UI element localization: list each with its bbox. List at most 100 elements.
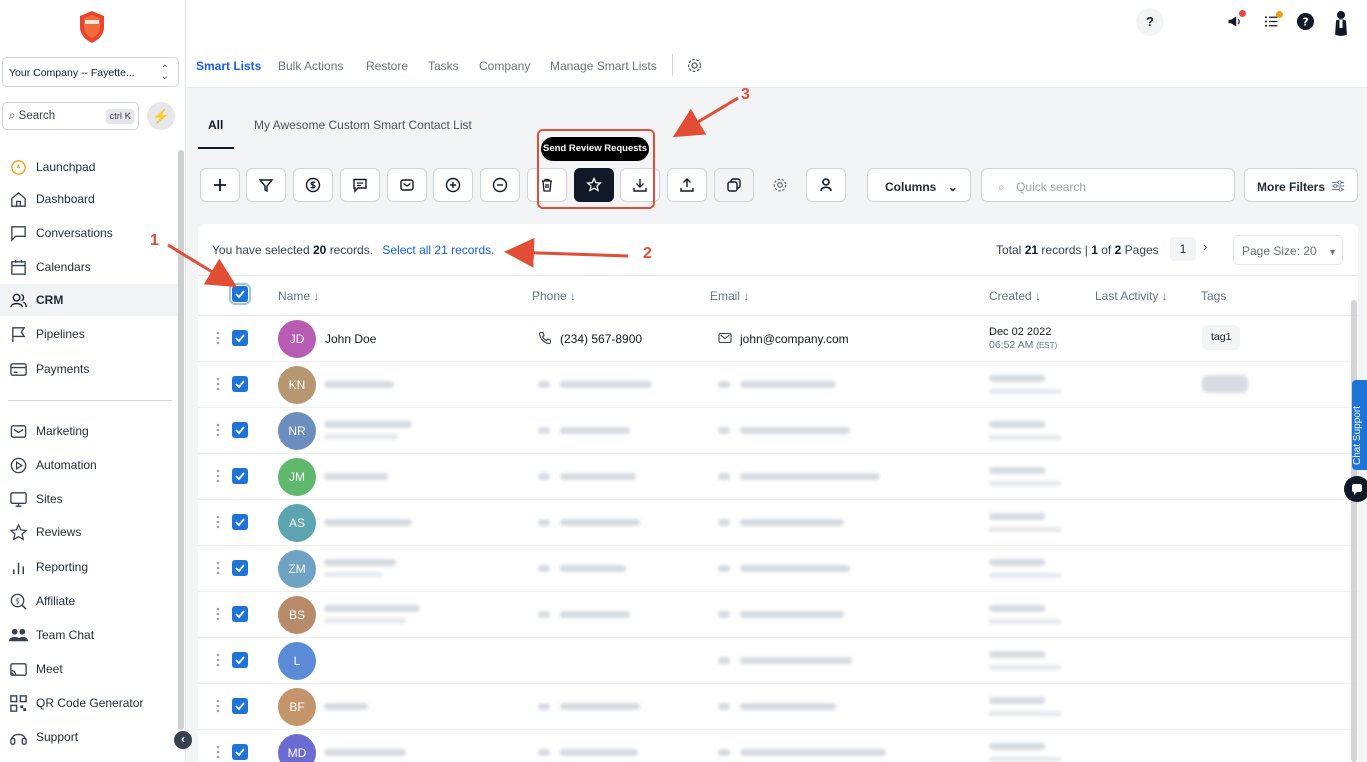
sidebar-item-sites[interactable]: Sites: [0, 483, 178, 515]
announcements-button[interactable]: [1220, 8, 1248, 36]
quick-search-input[interactable]: ⌕ Quick search: [981, 168, 1235, 202]
sidebar-search[interactable]: ⌕ Search ctrl K: [2, 102, 139, 130]
avatar[interactable]: KN: [278, 366, 316, 404]
sidebar-item-reviews[interactable]: Reviews: [0, 516, 178, 548]
table-row[interactable]: BS: [198, 592, 1358, 638]
columns-button[interactable]: Columns ⌄: [867, 168, 971, 202]
subtab-all[interactable]: All: [208, 118, 223, 132]
sidebar-item-qr-code-generator[interactable]: QR Code Generator: [0, 687, 178, 719]
row-checkbox[interactable]: [232, 422, 248, 438]
sidebar-item-team-chat[interactable]: Team Chat: [0, 619, 178, 651]
drag-handle-icon[interactable]: [216, 515, 220, 529]
row-checkbox[interactable]: [232, 376, 248, 392]
company-logo[interactable]: [78, 10, 106, 44]
avatar[interactable]: AS: [278, 504, 316, 542]
sidebar-item-pipelines[interactable]: Pipelines: [0, 318, 178, 350]
table-row[interactable]: ZM: [198, 546, 1358, 592]
tab-company[interactable]: Company: [479, 59, 530, 73]
sidebar-item-meet[interactable]: Meet: [0, 653, 178, 685]
row-checkbox[interactable]: [232, 698, 248, 714]
sidebar-item-support[interactable]: Support: [0, 721, 178, 753]
user-avatar[interactable]: [1327, 8, 1355, 36]
contact-name[interactable]: John Doe: [325, 332, 376, 346]
avatar[interactable]: ZM: [278, 550, 316, 588]
table-row[interactable]: KN: [198, 362, 1358, 408]
remove-tag-button[interactable]: [480, 168, 520, 202]
merge-contacts-button[interactable]: [714, 168, 754, 202]
sidebar-item-crm[interactable]: CRM: [0, 284, 178, 316]
send-email-button[interactable]: [387, 168, 427, 202]
drag-handle-icon[interactable]: [216, 469, 220, 483]
sidebar-item-calendars[interactable]: Calendars: [0, 251, 178, 283]
sidebar-item-launchpad[interactable]: Launchpad: [0, 151, 178, 183]
add-contact-button[interactable]: [200, 168, 240, 202]
help-button[interactable]: ?: [1136, 8, 1164, 36]
add-to-workflow-button[interactable]: [246, 168, 286, 202]
gear-icon[interactable]: [686, 57, 703, 74]
column-header-name[interactable]: Name ↓: [278, 289, 319, 303]
table-row[interactable]: JM: [198, 454, 1358, 500]
drag-handle-icon[interactable]: [216, 423, 220, 437]
help-center-button[interactable]: ?: [1291, 8, 1319, 36]
company-switcher[interactable]: Your Company -- Fayette... ⌃ ⌄: [2, 57, 179, 87]
row-checkbox[interactable]: [232, 330, 248, 346]
avatar[interactable]: NR: [278, 412, 316, 450]
row-checkbox[interactable]: [232, 652, 248, 668]
collapse-sidebar-button[interactable]: ‹: [174, 731, 192, 749]
tab-restore[interactable]: Restore: [366, 59, 408, 73]
subtab-custom-list[interactable]: My Awesome Custom Smart Contact List: [254, 118, 472, 132]
avatar[interactable]: L: [278, 642, 316, 680]
table-row[interactable]: NR: [198, 408, 1358, 454]
page-number-button[interactable]: 1: [1170, 237, 1196, 261]
table-scrollbar[interactable]: [1351, 300, 1357, 762]
drag-handle-icon[interactable]: [216, 745, 220, 759]
sidebar-item-marketing[interactable]: Marketing: [0, 415, 178, 447]
avatar[interactable]: JD: [278, 320, 316, 358]
tab-tasks[interactable]: Tasks: [428, 59, 459, 73]
table-row[interactable]: L: [198, 638, 1358, 684]
table-row[interactable]: JD John Doe (234) 567-8900 john@company.…: [198, 316, 1358, 362]
tab-smart-lists[interactable]: Smart Lists: [196, 59, 261, 73]
sidebar-item-payments[interactable]: Payments: [0, 353, 178, 385]
tasks-button[interactable]: [1257, 8, 1285, 36]
row-checkbox[interactable]: [232, 514, 248, 530]
sidebar-scrollbar[interactable]: [178, 150, 184, 730]
sidebar-item-automation[interactable]: Automation: [0, 449, 178, 481]
avatar[interactable]: BS: [278, 596, 316, 634]
row-checkbox[interactable]: [232, 468, 248, 484]
row-checkbox[interactable]: [232, 606, 248, 622]
row-checkbox[interactable]: [232, 744, 248, 760]
contact-email[interactable]: john@company.com: [718, 332, 849, 346]
column-header-created[interactable]: Created ↓: [989, 289, 1041, 303]
column-header-email[interactable]: Email ↓: [710, 289, 749, 303]
page-size-select[interactable]: Page Size: 20 ▼: [1233, 235, 1343, 265]
more-filters-button[interactable]: More Filters: [1244, 168, 1358, 202]
tag-badge[interactable]: tag1: [1202, 325, 1241, 350]
select-all-link[interactable]: Select all 21 records.: [382, 243, 494, 257]
drag-handle-icon[interactable]: [216, 699, 220, 713]
drag-handle-icon[interactable]: [216, 653, 220, 667]
chat-support-tab[interactable]: Chat Support: [1352, 380, 1367, 470]
chat-bubble-button[interactable]: [1344, 476, 1367, 502]
avatar[interactable]: BF: [278, 688, 316, 726]
import-contacts-button[interactable]: [667, 168, 707, 202]
table-row[interactable]: MD: [198, 730, 1358, 762]
send-message-button[interactable]: [340, 168, 380, 202]
sidebar-item-dashboard[interactable]: Dashboard: [0, 183, 178, 215]
quick-actions-button[interactable]: ⚡: [147, 102, 175, 130]
next-page-button[interactable]: ›: [1203, 239, 1207, 254]
avatar[interactable]: MD: [278, 734, 316, 762]
drag-handle-icon[interactable]: [216, 377, 220, 391]
avatar[interactable]: JM: [278, 458, 316, 496]
drag-handle-icon[interactable]: [216, 607, 220, 621]
table-row[interactable]: AS: [198, 500, 1358, 546]
add-tag-button[interactable]: [433, 168, 473, 202]
contact-phone[interactable]: (234) 567-8900: [538, 331, 642, 346]
sidebar-item-affiliate[interactable]: $ Affiliate: [0, 585, 178, 617]
tab-bulk-actions[interactable]: Bulk Actions: [278, 59, 343, 73]
table-row[interactable]: BF: [198, 684, 1358, 730]
drag-handle-icon[interactable]: [216, 331, 220, 345]
drag-handle-icon[interactable]: [216, 561, 220, 575]
tab-manage-smart-lists[interactable]: Manage Smart Lists: [550, 59, 657, 73]
assign-owner-button[interactable]: [806, 168, 846, 202]
